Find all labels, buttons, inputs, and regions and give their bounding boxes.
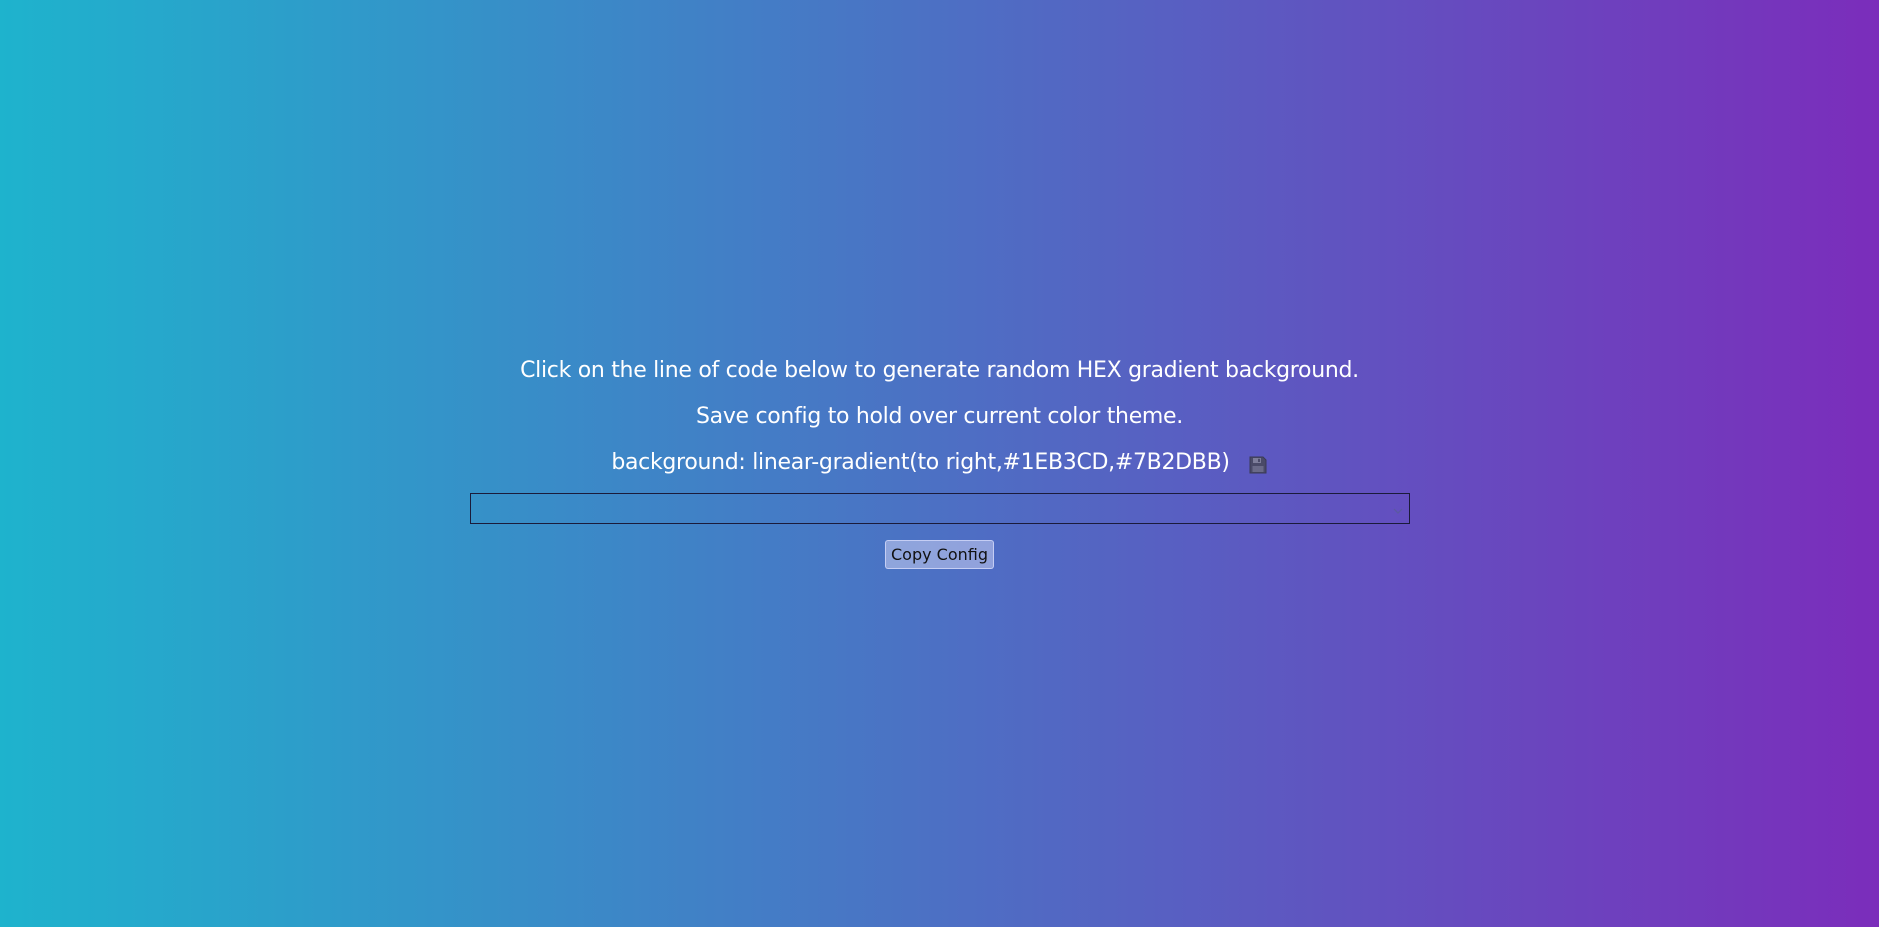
gradient-code-text[interactable]: background: linear-gradient(to right,#1E…: [611, 447, 1230, 479]
gradient-code-line[interactable]: background: linear-gradient(to right,#1E…: [611, 447, 1267, 479]
main-panel: Click on the line of code below to gener…: [0, 355, 1879, 569]
chevron-down-icon: [1393, 501, 1403, 514]
saved-config-select[interactable]: [469, 493, 1410, 524]
save-hint-text: Save config to hold over current color t…: [695, 404, 1183, 429]
copy-config-button[interactable]: Copy Config: [884, 540, 994, 569]
floppy-disk-icon[interactable]: [1248, 453, 1268, 474]
instruction-text: Click on the line of code below to gener…: [520, 358, 1359, 383]
